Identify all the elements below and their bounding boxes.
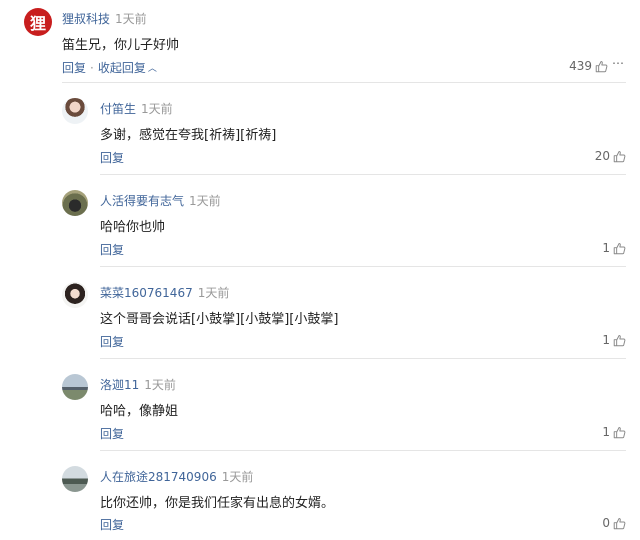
reply-author[interactable]: 付笛生 1天前 — [100, 100, 173, 117]
avatar-logo-char: 狸 — [29, 14, 46, 33]
username[interactable]: 人在旅途281740906 — [100, 470, 217, 484]
timestamp: 1天前 — [144, 378, 176, 392]
divider — [100, 174, 626, 175]
avatar[interactable]: 狸 — [24, 8, 52, 36]
like-button[interactable]: 0 — [602, 516, 626, 530]
username[interactable]: 人活得要有志气 — [100, 194, 184, 208]
reply-author[interactable]: 洛迦11 1天前 — [100, 376, 176, 393]
timestamp: 1天前 — [189, 194, 221, 208]
like-count: 20 — [594, 149, 610, 163]
reply-button[interactable]: 回复 — [100, 243, 124, 257]
reply-button[interactable]: 回复 — [100, 151, 124, 165]
more-options-icon[interactable]: ⋯ — [612, 56, 625, 70]
reply-actions: 回复 — [100, 241, 124, 258]
like-button[interactable]: 1 — [602, 333, 626, 347]
avatar[interactable] — [62, 374, 88, 400]
thumbs-up-icon — [613, 517, 626, 529]
like-button[interactable]: 20 — [595, 149, 626, 163]
thumbs-up-icon — [595, 60, 608, 72]
comment-author[interactable]: 狸叔科技 1天前 — [62, 10, 147, 27]
timestamp: 1天前 — [197, 286, 230, 300]
thumbs-up-icon — [613, 242, 626, 254]
like-button[interactable]: 439 — [569, 59, 608, 73]
reply-actions: 回复 — [100, 516, 124, 533]
separator-dot: · — [90, 61, 94, 75]
avatar[interactable] — [62, 98, 88, 124]
divider — [100, 450, 626, 451]
reply-button[interactable]: 回复 — [100, 335, 124, 349]
like-count: 0 — [602, 516, 610, 530]
thumbs-up-icon — [613, 426, 626, 438]
timestamp: 1天前 — [115, 12, 147, 26]
reply-text: 比你还帅，你是我们任家有出息的女婿。 — [100, 496, 335, 511]
reply-text: 哈哈你也帅 — [100, 220, 166, 235]
timestamp: 1天前 — [221, 470, 254, 484]
reply-actions: 回复 — [100, 425, 124, 442]
chevron-up-icon: ︿ — [147, 64, 157, 74]
like-count: 1 — [602, 333, 610, 347]
like-count: 1 — [602, 425, 610, 439]
reply-author[interactable]: 菜菜160761467 1天前 — [100, 284, 229, 301]
reply-button[interactable]: 回复 — [100, 518, 124, 532]
avatar[interactable] — [62, 190, 88, 216]
avatar[interactable] — [62, 466, 88, 492]
reply-button[interactable]: 回复 — [62, 61, 86, 75]
like-button[interactable]: 1 — [602, 425, 626, 439]
reply-author[interactable]: 人活得要有志气 1天前 — [100, 192, 221, 209]
reply-button[interactable]: 回复 — [100, 427, 124, 441]
username[interactable]: 狸叔科技 — [62, 12, 110, 26]
thumbs-up-icon — [613, 150, 626, 162]
reply-text: 这个哥哥会说话[小鼓掌][小鼓掌][小鼓掌] — [100, 312, 339, 327]
divider — [100, 358, 626, 359]
reply-author[interactable]: 人在旅途281740906 1天前 — [100, 468, 253, 485]
comment-text: 笛生兄，你儿子好帅 — [62, 38, 180, 53]
like-button[interactable]: 1 — [602, 241, 626, 255]
divider — [62, 82, 626, 83]
timestamp: 1天前 — [141, 102, 173, 116]
like-count: 439 — [569, 59, 592, 73]
username[interactable]: 洛迦11 — [100, 378, 139, 392]
reply-text: 多谢，感觉在夸我[祈祷][祈祷] — [100, 128, 277, 143]
avatar[interactable] — [62, 282, 88, 308]
thumbs-up-icon — [613, 334, 626, 346]
like-count: 1 — [602, 241, 610, 255]
reply-actions: 回复 — [100, 333, 124, 350]
collapse-replies-button[interactable]: 收起回复 ︿ — [98, 61, 157, 75]
username[interactable]: 菜菜160761467 — [100, 286, 193, 300]
reply-text: 哈哈，像静姐 — [100, 404, 179, 419]
comment-actions: 回复 · 收起回复 ︿ — [62, 59, 157, 76]
collapse-replies-label: 收起回复 — [97, 61, 146, 75]
reply-actions: 回复 — [100, 149, 124, 166]
username[interactable]: 付笛生 — [100, 102, 136, 116]
divider — [100, 266, 626, 267]
